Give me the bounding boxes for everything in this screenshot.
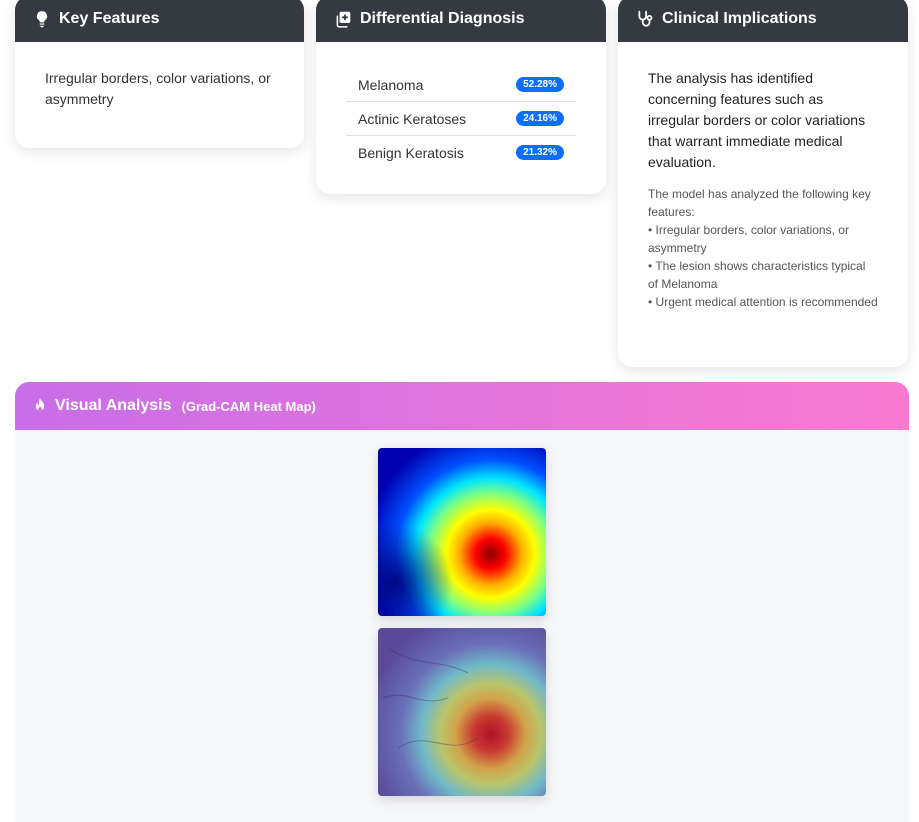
diagnosis-label: Benign Keratosis xyxy=(358,144,464,161)
details-intro: The model has analyzed the following key… xyxy=(648,187,871,219)
clinical-header: Clinical Implications xyxy=(618,0,908,42)
key-features-text: Irregular borders, color variations, or … xyxy=(45,70,271,107)
lightbulb-icon xyxy=(33,10,51,28)
differential-title: Differential Diagnosis xyxy=(360,10,525,27)
visual-analysis-title: Visual Analysis xyxy=(55,397,172,414)
visual-analysis-section: Visual Analysis (Grad-CAM Heat Map) xyxy=(15,382,909,822)
list-item: Benign Keratosis 21.32% xyxy=(346,136,576,169)
visual-analysis-header: Visual Analysis (Grad-CAM Heat Map) xyxy=(15,382,909,430)
key-features-title: Key Features xyxy=(59,10,160,27)
diagnosis-label: Actinic Keratoses xyxy=(358,110,467,127)
probability-badge: 52.28% xyxy=(516,77,564,92)
stethoscope-icon xyxy=(636,10,654,28)
gradcam-overlay-image xyxy=(378,628,546,796)
medical-copy-icon xyxy=(334,10,352,28)
gradcam-heatmap-image xyxy=(378,448,546,616)
details-bullet: • Irregular borders, color variations, o… xyxy=(648,223,849,255)
differential-card: Differential Diagnosis Melanoma 52.28% A… xyxy=(316,0,606,194)
clinical-title: Clinical Implications xyxy=(662,10,817,27)
list-item: Actinic Keratoses 24.16% xyxy=(346,102,576,136)
details-bullet: • The lesion shows characteristics typic… xyxy=(648,259,866,291)
clinical-card: Clinical Implications The analysis has i… xyxy=(618,0,908,367)
clinical-summary: The analysis has identified concerning f… xyxy=(648,70,866,170)
probability-badge: 21.32% xyxy=(516,145,564,160)
differential-list: Melanoma 52.28% Actinic Keratoses 24.16%… xyxy=(346,68,576,169)
key-features-header: Key Features xyxy=(15,0,304,42)
key-features-card: Key Features Irregular borders, color va… xyxy=(15,0,304,148)
clinical-details: The model has analyzed the following key… xyxy=(618,173,908,311)
details-bullet: • Urgent medical attention is recommende… xyxy=(648,295,878,309)
diagnosis-label: Melanoma xyxy=(358,76,424,93)
differential-header: Differential Diagnosis xyxy=(316,0,606,42)
list-item: Melanoma 52.28% xyxy=(346,68,576,102)
visual-analysis-subtitle: (Grad-CAM Heat Map) xyxy=(181,398,316,414)
probability-badge: 24.16% xyxy=(516,111,564,126)
fire-icon xyxy=(31,397,49,415)
